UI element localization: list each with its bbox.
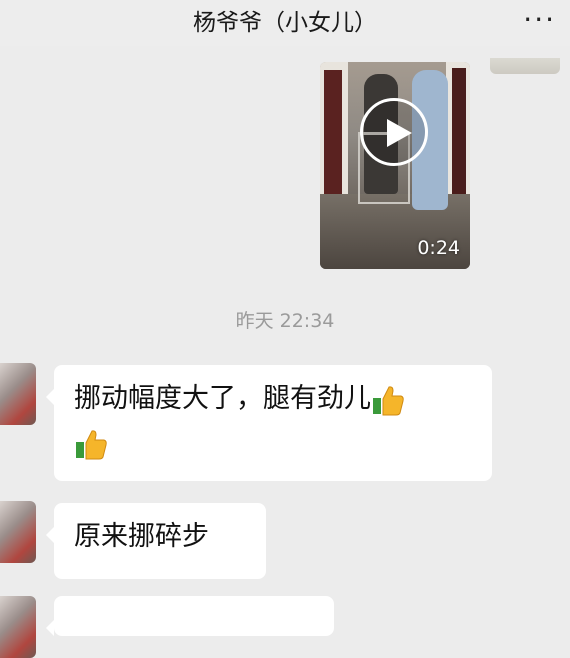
- message-bubble[interactable]: [46, 596, 334, 636]
- message-bubble[interactable]: 挪动幅度大了，腿有劲儿: [46, 365, 492, 481]
- top-bar: 杨爷爷（小女儿） ···: [0, 0, 570, 46]
- time-divider: 昨天 22:34: [235, 310, 335, 332]
- video-frame-door: [324, 70, 342, 205]
- play-icon[interactable]: [360, 98, 428, 166]
- previous-media-thumbnail[interactable]: [490, 58, 560, 74]
- message-text: 挪动幅度大了，腿有劲儿: [74, 383, 371, 414]
- more-options-icon[interactable]: ···: [523, 0, 556, 46]
- thumbs-up-icon: [74, 427, 108, 461]
- avatar[interactable]: [0, 501, 36, 563]
- avatar[interactable]: [0, 596, 36, 658]
- avatar[interactable]: [0, 363, 36, 425]
- message-bubble[interactable]: 原来挪碎步: [46, 503, 266, 579]
- message-text: 原来挪碎步: [74, 521, 209, 552]
- chat-title: 杨爷爷（小女儿）: [193, 10, 377, 36]
- video-duration: 0:24: [417, 237, 460, 259]
- video-message[interactable]: 0:24: [320, 62, 470, 269]
- thumbs-up-icon: [371, 383, 405, 417]
